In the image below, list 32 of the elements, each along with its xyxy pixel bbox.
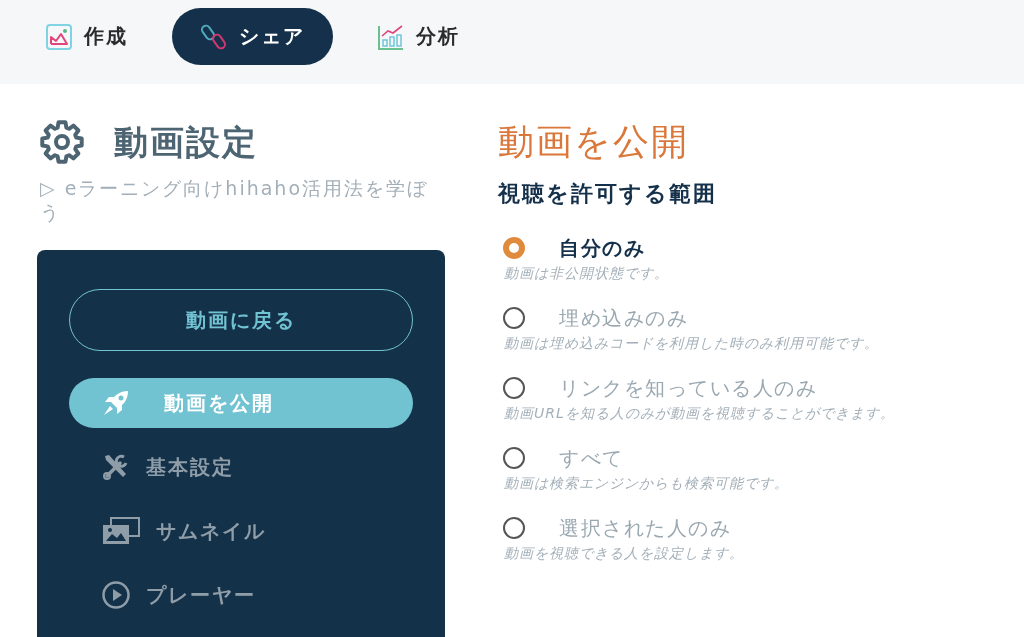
radio-button[interactable] <box>503 517 525 539</box>
option-label: 埋め込みのみ <box>559 305 688 331</box>
chain-link-icon <box>201 23 227 50</box>
settings-icon <box>38 118 86 166</box>
image-icon <box>46 23 72 50</box>
rocket-icon <box>102 389 130 417</box>
play-circle-icon <box>102 581 130 609</box>
sidebar-item[interactable]: サムネイル <box>69 506 413 556</box>
section-title: 動画を公開 <box>498 120 690 164</box>
option-label: 選択された人のみ <box>559 515 731 541</box>
tools-icon <box>102 453 130 481</box>
option-description: 動画を視聴できる人を設定します。 <box>503 544 745 562</box>
radio-button[interactable] <box>503 447 525 469</box>
nav-tab[interactable]: 作成 <box>17 8 156 65</box>
option-description: 動画は検索エンジンからも検索可能です。 <box>503 474 790 492</box>
sidebar-item[interactable]: プレーヤー <box>69 570 413 620</box>
radio-button[interactable] <box>503 377 525 399</box>
radio-button[interactable] <box>503 237 525 259</box>
bar-chart-icon <box>378 23 404 50</box>
option-label: 自分のみ <box>559 235 645 261</box>
radio-button[interactable] <box>503 307 525 329</box>
option-label: リンクを知っている人のみ <box>559 375 817 401</box>
sidebar-item[interactable]: 基本設定 <box>69 442 413 492</box>
image-gallery-icon <box>102 517 140 545</box>
option-description: 動画は埋め込みコードを利用した時のみ利用可能です。 <box>503 334 880 352</box>
nav-tab[interactable]: シェア <box>172 8 333 65</box>
page-title: 動画設定 <box>114 121 258 164</box>
option-description: 動画URLを知る人のみが動画を視聴することができます。 <box>503 404 895 422</box>
nav-tab[interactable]: 分析 <box>349 8 488 65</box>
section-subtitle: 視聴を許可する範囲 <box>498 180 718 208</box>
option-description: 動画は非公開状態です。 <box>503 264 670 282</box>
option-label: すべて <box>559 445 624 471</box>
